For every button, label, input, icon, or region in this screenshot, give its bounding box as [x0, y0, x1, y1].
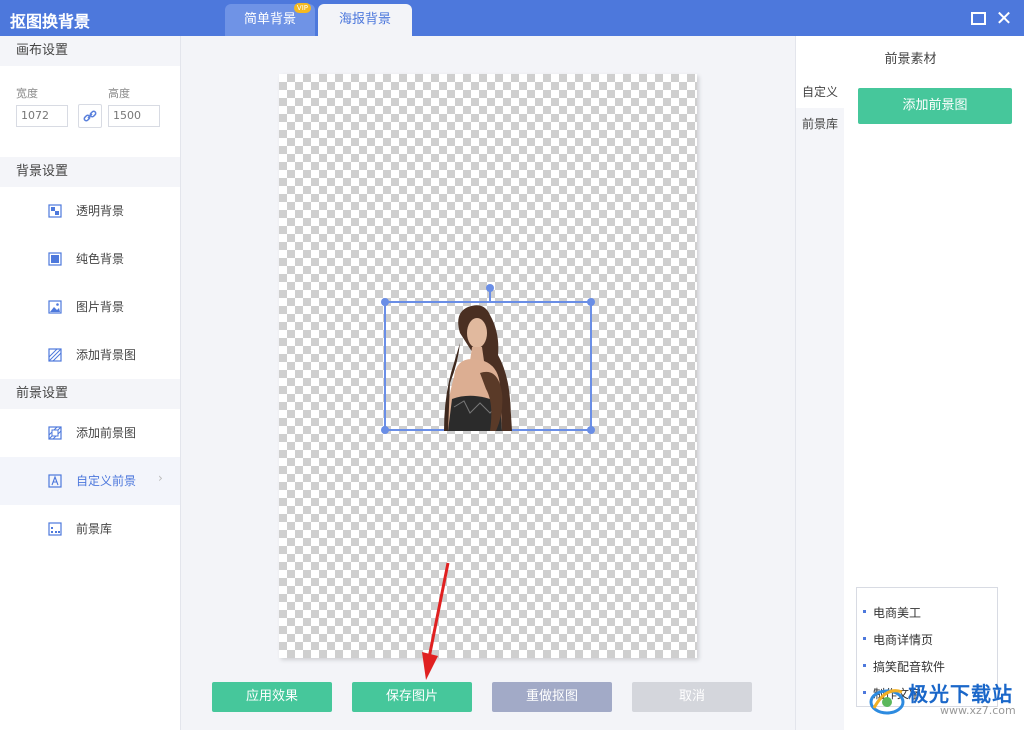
sidebar-item-custom-foreground[interactable]: 自定义前景 › — [0, 457, 180, 505]
height-label: 高度 — [108, 87, 130, 100]
image-icon — [48, 300, 62, 314]
sidebar-item-foreground-library[interactable]: 前景库 — [0, 505, 180, 553]
app-title: 抠图换背景 — [10, 12, 91, 31]
selection-box[interactable] — [381, 284, 595, 434]
ad-link[interactable]: 电商详情页 — [863, 631, 934, 648]
width-input[interactable]: 1072 — [16, 105, 68, 127]
right-panel-tabs: 自定义 前景库 — [796, 76, 844, 730]
sidebar-item-label: 透明背景 — [76, 204, 125, 218]
vip-badge: VIP — [293, 3, 311, 13]
library-icon — [48, 522, 62, 536]
sidebar-item-add-background[interactable]: 添加背景图 — [0, 331, 180, 379]
poster-canvas[interactable] — [279, 74, 697, 658]
sidebar-item-transparent-bg[interactable]: 透明背景 — [0, 187, 180, 235]
tab-label: 简单背景 — [243, 12, 296, 27]
apply-effect-button[interactable]: 应用效果 — [212, 682, 332, 712]
chevron-right-icon: › — [158, 471, 163, 485]
title-bar: 抠图换背景 简单背景 VIP 海报背景 ✕ — [0, 0, 1024, 36]
transparent-bg-icon — [48, 204, 62, 218]
left-sidebar: 画布设置 宽度 高度 1072 1500 背景设置 透明背景 纯色背景 图片背景… — [0, 36, 181, 730]
sidebar-item-image-bg[interactable]: 图片背景 — [0, 283, 180, 331]
resize-handle-top-right[interactable] — [587, 298, 595, 306]
sidebar-item-label: 自定义前景 — [76, 474, 137, 488]
watermark-logo-icon — [869, 689, 905, 715]
sidebar-item-label: 添加前景图 — [76, 426, 137, 440]
background-settings-heading: 背景设置 — [0, 157, 180, 187]
bullet-icon — [863, 610, 866, 613]
bullet-icon — [863, 637, 866, 640]
close-button[interactable]: ✕ — [994, 8, 1014, 28]
tab-custom[interactable]: 自定义 — [796, 76, 844, 108]
sidebar-item-label: 纯色背景 — [76, 252, 125, 266]
tab-foreground-library[interactable]: 前景库 — [796, 108, 844, 140]
cutout-person-image — [444, 305, 512, 431]
watermark-url: www.xz7.com — [940, 704, 1016, 717]
watermark: 极光下载站 www.xz7.com — [866, 676, 1024, 722]
sidebar-item-label: 图片背景 — [76, 300, 125, 314]
ad-link[interactable]: 搞笑配音软件 — [863, 658, 946, 675]
cancel-button[interactable]: 取消 — [632, 682, 752, 712]
resize-handle-bottom-left[interactable] — [381, 426, 389, 434]
ad-link-label: 电商美工 — [873, 606, 922, 620]
tab-label: 海报背景 — [338, 12, 391, 27]
aspect-lock-button[interactable] — [78, 104, 102, 128]
solid-color-icon — [48, 252, 62, 266]
watermark-text: 极光下载站 — [908, 682, 1013, 706]
add-background-icon — [48, 348, 62, 362]
close-icon: ✕ — [995, 6, 1013, 30]
canvas-area: 应用效果 保存图片 重做抠图 取消 — [181, 36, 794, 730]
sidebar-item-label: 前景库 — [76, 522, 113, 536]
add-foreground-icon — [48, 426, 62, 440]
sidebar-item-add-foreground[interactable]: 添加前景图 — [0, 409, 180, 457]
canvas-settings-heading: 画布设置 — [0, 36, 180, 66]
rotate-handle[interactable] — [486, 284, 494, 292]
maximize-button[interactable] — [968, 8, 988, 28]
ad-link-label: 电商详情页 — [873, 633, 934, 647]
tab-poster-background[interactable]: 海报背景 — [318, 4, 412, 36]
ad-link-label: 搞笑配音软件 — [873, 660, 946, 674]
foreground-settings-heading: 前景设置 — [0, 379, 180, 409]
width-label: 宽度 — [16, 87, 38, 100]
sidebar-item-solid-bg[interactable]: 纯色背景 — [0, 235, 180, 283]
height-input[interactable]: 1500 — [108, 105, 160, 127]
resize-handle-top-left[interactable] — [381, 298, 389, 306]
tab-simple-background[interactable]: 简单背景 VIP — [225, 3, 315, 36]
save-image-button[interactable]: 保存图片 — [352, 682, 472, 712]
foreground-material-title: 前景素材 — [884, 52, 937, 67]
ad-link[interactable]: 电商美工 — [863, 604, 922, 621]
sidebar-item-label: 添加背景图 — [76, 348, 137, 362]
text-a-icon — [48, 474, 62, 488]
link-icon — [83, 110, 97, 122]
redo-cutout-button[interactable]: 重做抠图 — [492, 682, 612, 712]
resize-handle-bottom-right[interactable] — [587, 426, 595, 434]
bullet-icon — [863, 664, 866, 667]
add-foreground-button[interactable]: 添加前景图 — [858, 88, 1012, 124]
maximize-icon — [971, 12, 986, 25]
red-arrow-annotation — [422, 562, 450, 680]
